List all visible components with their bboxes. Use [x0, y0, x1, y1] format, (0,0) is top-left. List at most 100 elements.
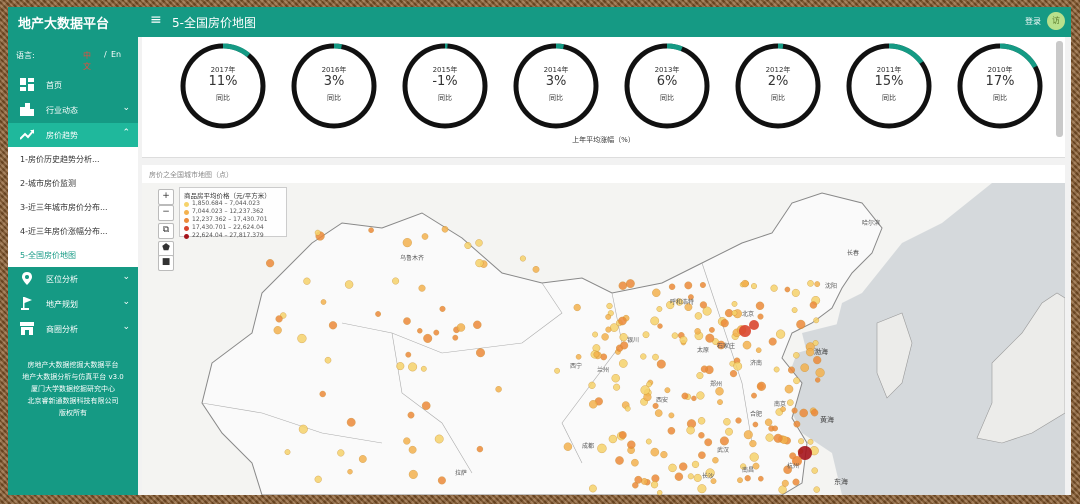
- city-marker[interactable]: [417, 328, 423, 334]
- city-marker[interactable]: [768, 337, 777, 346]
- city-marker[interactable]: [815, 377, 821, 383]
- city-marker[interactable]: [456, 323, 466, 332]
- city-marker[interactable]: [705, 333, 715, 343]
- city-marker[interactable]: [403, 317, 411, 325]
- city-marker[interactable]: [452, 334, 459, 341]
- city-marker[interactable]: [392, 277, 400, 285]
- city-marker[interactable]: [687, 473, 694, 480]
- avatar[interactable]: 访: [1047, 12, 1065, 30]
- city-marker[interactable]: [645, 438, 652, 445]
- city-marker[interactable]: [275, 315, 283, 323]
- city-marker[interactable]: [668, 283, 676, 291]
- city-marker[interactable]: [347, 469, 353, 475]
- city-marker[interactable]: [749, 452, 759, 462]
- city-marker[interactable]: [709, 326, 715, 333]
- city-marker[interactable]: [403, 437, 411, 445]
- city-marker[interactable]: [731, 310, 738, 316]
- city-marker[interactable]: [618, 431, 627, 439]
- sub-item-growth-distribution[interactable]: 4-近三年房价涨幅分布...: [8, 219, 138, 243]
- city-marker[interactable]: [631, 458, 639, 467]
- city-marker[interactable]: [733, 361, 743, 371]
- city-marker[interactable]: [693, 473, 702, 482]
- sub-item-national-map[interactable]: 5-全国房价地图: [8, 243, 138, 267]
- login-link[interactable]: 登录: [1025, 16, 1041, 27]
- city-marker[interactable]: [664, 387, 671, 394]
- sub-item-price-distribution[interactable]: 3-近三年城市房价分布...: [8, 195, 138, 219]
- city-marker[interactable]: [781, 479, 789, 487]
- city-marker[interactable]: [476, 348, 486, 358]
- city-marker[interactable]: [475, 258, 484, 268]
- city-marker[interactable]: [375, 311, 382, 317]
- city-marker[interactable]: [402, 237, 412, 248]
- city-marker[interactable]: [764, 418, 773, 427]
- city-marker[interactable]: [735, 417, 742, 424]
- sidebar-item-land-planning[interactable]: 地产规划 ⌄: [8, 292, 138, 316]
- city-marker[interactable]: [742, 340, 752, 350]
- city-marker[interactable]: [433, 329, 440, 336]
- city-marker[interactable]: [303, 277, 311, 285]
- city-marker[interactable]: [605, 313, 612, 320]
- city-marker[interactable]: [408, 445, 417, 454]
- city-marker[interactable]: [650, 447, 660, 457]
- city-marker[interactable]: [772, 425, 778, 432]
- city-marker[interactable]: [396, 362, 405, 371]
- city-marker[interactable]: [756, 381, 767, 391]
- city-marker[interactable]: [696, 372, 704, 380]
- city-marker[interactable]: [625, 279, 635, 289]
- city-marker[interactable]: [627, 440, 636, 449]
- city-marker[interactable]: [729, 370, 738, 378]
- city-marker[interactable]: [787, 399, 794, 406]
- city-marker[interactable]: [671, 332, 679, 339]
- city-marker[interactable]: [788, 366, 796, 374]
- city-marker[interactable]: [589, 400, 598, 409]
- city-marker[interactable]: [799, 408, 809, 418]
- city-marker[interactable]: [420, 365, 427, 372]
- city-marker[interactable]: [405, 351, 412, 358]
- city-marker[interactable]: [608, 434, 618, 444]
- city-marker[interactable]: [725, 427, 733, 436]
- city-marker[interactable]: [697, 417, 706, 425]
- city-marker[interactable]: [657, 323, 663, 329]
- city-marker[interactable]: [344, 280, 354, 289]
- city-marker[interactable]: [679, 462, 688, 471]
- city-marker[interactable]: [751, 392, 757, 399]
- city-marker[interactable]: [273, 326, 282, 335]
- city-marker[interactable]: [266, 259, 275, 268]
- city-marker[interactable]: [698, 432, 705, 439]
- city-marker[interactable]: [773, 366, 780, 373]
- city-marker[interactable]: [698, 451, 706, 460]
- city-marker[interactable]: [668, 412, 675, 419]
- city-marker[interactable]: [805, 348, 815, 357]
- city-marker[interactable]: [408, 362, 418, 372]
- sidebar-item-business-district[interactable]: 商圈分析 ⌄: [8, 317, 138, 341]
- city-marker[interactable]: [681, 392, 689, 400]
- city-marker[interactable]: [563, 442, 573, 451]
- city-marker[interactable]: [717, 399, 723, 406]
- city-marker[interactable]: [314, 229, 321, 236]
- city-marker[interactable]: [588, 484, 597, 493]
- city-marker[interactable]: [715, 387, 724, 396]
- city-marker[interactable]: [778, 485, 787, 494]
- city-marker[interactable]: [615, 456, 624, 465]
- city-marker[interactable]: [691, 395, 697, 402]
- city-marker[interactable]: [320, 299, 327, 305]
- city-marker[interactable]: [796, 319, 806, 330]
- city-marker[interactable]: [441, 226, 449, 233]
- sidebar-item-industry-news[interactable]: 行业动态 ⌄: [8, 98, 138, 122]
- city-marker[interactable]: [284, 449, 291, 455]
- city-marker[interactable]: [737, 477, 743, 484]
- city-marker[interactable]: [554, 367, 560, 374]
- city-marker[interactable]: [297, 333, 307, 344]
- city-marker[interactable]: [314, 475, 322, 483]
- city-marker[interactable]: [686, 425, 695, 435]
- city-marker[interactable]: [674, 472, 684, 481]
- draw-rectangle-button[interactable]: ■: [158, 255, 174, 271]
- city-marker[interactable]: [684, 281, 693, 290]
- city-marker[interactable]: [346, 417, 356, 427]
- city-marker[interactable]: [720, 319, 729, 328]
- city-marker[interactable]: [773, 433, 783, 443]
- city-marker[interactable]: [810, 408, 819, 417]
- city-marker[interactable]: [719, 436, 729, 446]
- city-marker[interactable]: [694, 312, 703, 320]
- city-marker[interactable]: [699, 281, 706, 288]
